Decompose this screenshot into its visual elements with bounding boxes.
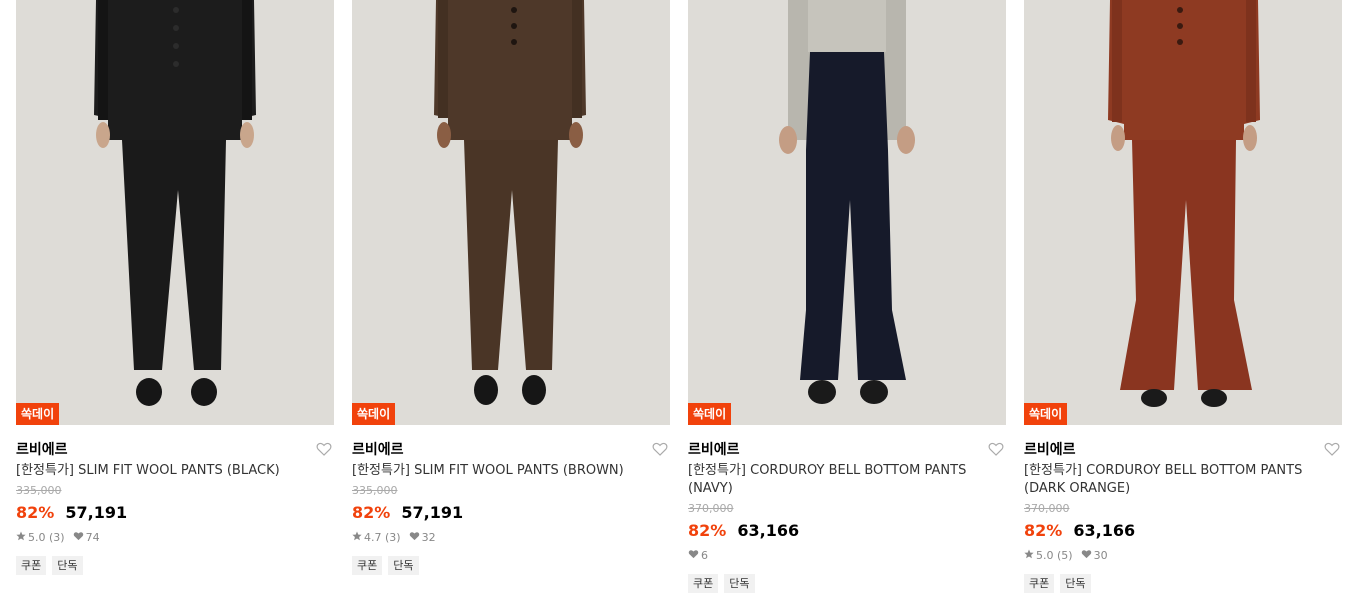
likes-group: 30 [1081, 549, 1108, 563]
product-image[interactable]: 쏙데이 [1024, 0, 1342, 425]
star-icon [352, 531, 362, 545]
product-name[interactable]: [한정특가] CORDUROY BELL BOTTOM PANTS (DARK … [1024, 462, 1342, 498]
product-card[interactable]: 쏙데이 르비에르 [한정특가] SLIM FIT WOOL PANTS (BLA… [16, 0, 334, 575]
tag-coupon: 쿠폰 [1024, 574, 1055, 593]
discount-rate: 82% [16, 503, 55, 522]
tag-exclusive: 단독 [388, 556, 419, 575]
rating-group: 5.0 (5) [1024, 549, 1073, 563]
original-price: 335,000 [352, 484, 398, 497]
price-row: 82% 63,166 [688, 520, 1006, 542]
heart-filled-icon [1081, 549, 1092, 563]
likes-group: 32 [409, 531, 436, 545]
product-card[interactable]: 쏙데이 르비에르 [한정특가] CORDUROY BELL BOTTOM PAN… [688, 0, 1006, 593]
likes-count: 6 [701, 549, 708, 562]
heart-filled-icon [73, 531, 84, 545]
rating-value: 5.0 [1036, 549, 1054, 562]
promo-badge: 쏙데이 [688, 403, 732, 425]
tag-coupon: 쿠폰 [688, 574, 719, 593]
heart-outline-icon[interactable] [1324, 441, 1340, 457]
product-name[interactable]: [한정특가] SLIM FIT WOOL PANTS (BLACK) [16, 462, 334, 480]
price-row: 82% 63,166 [1024, 520, 1342, 542]
product-name[interactable]: [한정특가] SLIM FIT WOOL PANTS (BROWN) [352, 462, 670, 480]
review-meta: 6 [688, 549, 1006, 563]
heart-outline-icon[interactable] [316, 441, 332, 457]
product-image[interactable]: 쏙데이 [688, 0, 1006, 425]
tag-exclusive: 단독 [1060, 574, 1091, 593]
promo-badge: 쏙데이 [1024, 403, 1068, 425]
heart-outline-icon[interactable] [988, 441, 1004, 457]
likes-count: 32 [421, 531, 436, 544]
brand-row: 르비에르 [16, 439, 334, 459]
review-count: (5) [1057, 549, 1073, 562]
tag-coupon: 쿠폰 [16, 556, 47, 575]
review-count: (3) [49, 531, 65, 544]
tag-exclusive: 단독 [724, 574, 755, 593]
brand-row: 르비에르 [1024, 439, 1342, 459]
sale-price: 57,191 [401, 503, 464, 522]
sale-price: 57,191 [65, 503, 128, 522]
sale-price: 63,166 [1073, 521, 1136, 540]
likes-count: 30 [1093, 549, 1108, 562]
rating-group: 4.7 (3) [352, 531, 401, 545]
likes-group: 6 [688, 549, 708, 563]
product-image[interactable]: 쏙데이 [352, 0, 670, 425]
discount-rate: 82% [1024, 521, 1063, 540]
original-price: 370,000 [1024, 502, 1070, 515]
tag-list: 쿠폰 단독 [688, 574, 1006, 593]
likes-count: 74 [85, 531, 100, 544]
product-card[interactable]: 쏙데이 르비에르 [한정특가] SLIM FIT WOOL PANTS (BRO… [352, 0, 670, 575]
tag-list: 쿠폰 단독 [1024, 574, 1342, 593]
heart-filled-icon [409, 531, 420, 545]
tag-coupon: 쿠폰 [352, 556, 383, 575]
review-meta: 5.0 (3) 74 [16, 531, 334, 545]
product-photo [1024, 0, 1342, 425]
original-price: 370,000 [688, 502, 734, 515]
star-icon [1024, 549, 1034, 563]
tag-list: 쿠폰 단독 [16, 556, 334, 575]
rating-value: 4.7 [364, 531, 382, 544]
price-row: 82% 57,191 [352, 502, 670, 524]
product-photo [688, 0, 1006, 425]
product-photo [16, 0, 334, 425]
review-count: (3) [385, 531, 401, 544]
star-icon [16, 531, 26, 545]
likes-group: 74 [73, 531, 100, 545]
product-image[interactable]: 쏙데이 [16, 0, 334, 425]
rating-group: 5.0 (3) [16, 531, 65, 545]
discount-rate: 82% [688, 521, 727, 540]
tag-exclusive: 단독 [52, 556, 83, 575]
product-name[interactable]: [한정특가] CORDUROY BELL BOTTOM PANTS (NAVY) [688, 462, 1006, 498]
brand-name[interactable]: 르비에르 [1024, 442, 1076, 458]
tag-list: 쿠폰 단독 [352, 556, 670, 575]
product-photo [352, 0, 670, 425]
promo-badge: 쏙데이 [16, 403, 60, 425]
price-row: 82% 57,191 [16, 502, 334, 524]
heart-outline-icon[interactable] [652, 441, 668, 457]
review-meta: 5.0 (5) 30 [1024, 549, 1342, 563]
sale-price: 63,166 [737, 521, 800, 540]
discount-rate: 82% [352, 503, 391, 522]
brand-name[interactable]: 르비에르 [16, 442, 68, 458]
original-price: 335,000 [16, 484, 62, 497]
brand-row: 르비에르 [688, 439, 1006, 459]
promo-badge: 쏙데이 [352, 403, 396, 425]
rating-value: 5.0 [28, 531, 46, 544]
brand-row: 르비에르 [352, 439, 670, 459]
review-meta: 4.7 (3) 32 [352, 531, 670, 545]
heart-filled-icon [688, 549, 699, 563]
brand-name[interactable]: 르비에르 [352, 442, 404, 458]
product-card[interactable]: 쏙데이 르비에르 [한정특가] CORDUROY BELL BOTTOM PAN… [1024, 0, 1342, 593]
brand-name[interactable]: 르비에르 [688, 442, 740, 458]
product-grid: 쏙데이 르비에르 [한정특가] SLIM FIT WOOL PANTS (BLA… [0, 0, 1354, 606]
